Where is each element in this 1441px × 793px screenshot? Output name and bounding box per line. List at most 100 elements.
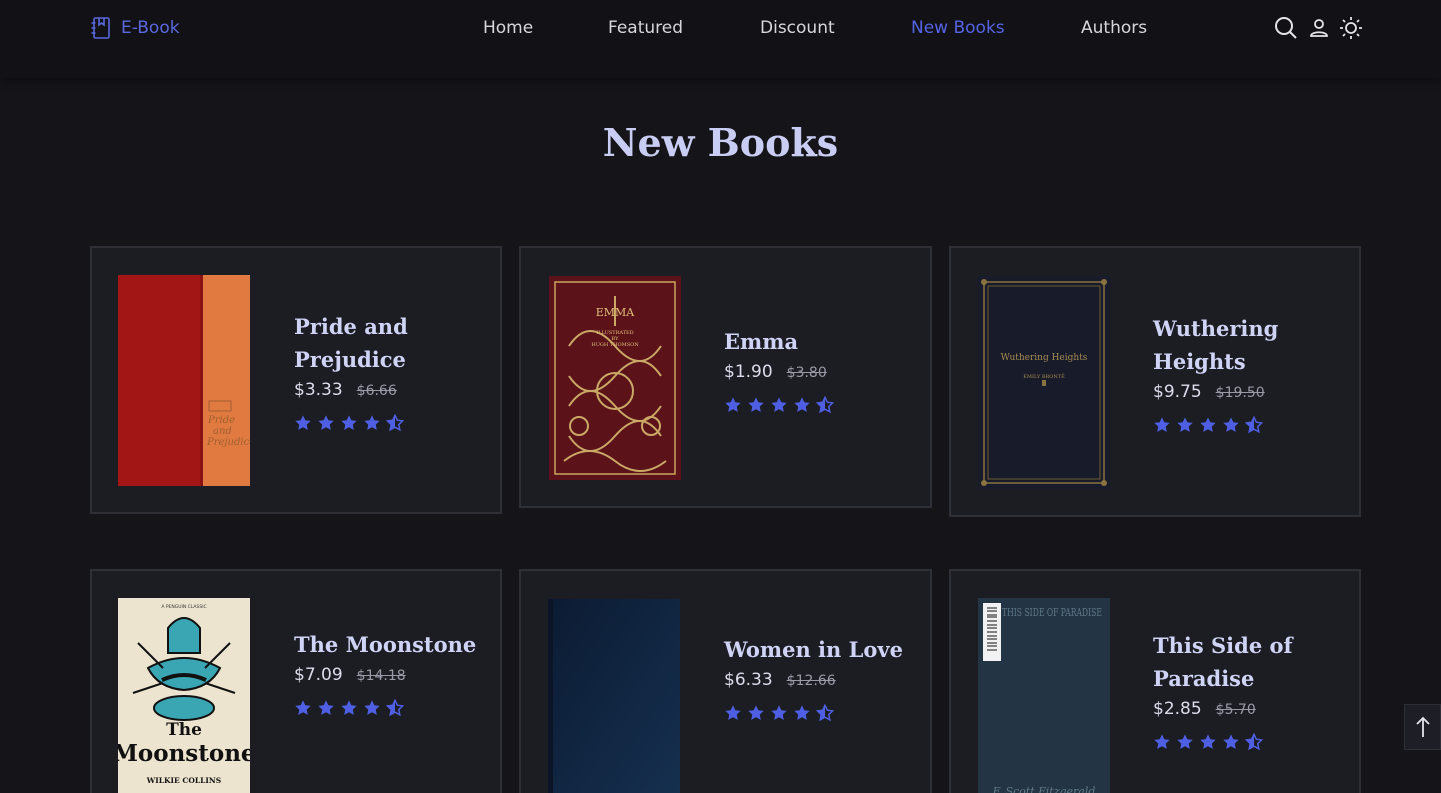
star-rating bbox=[294, 699, 484, 717]
cover-text: Prejudice bbox=[206, 437, 250, 448]
book-title[interactable]: Women in Love bbox=[724, 633, 914, 666]
section-title: New Books bbox=[602, 120, 839, 165]
star-full-icon bbox=[1153, 733, 1171, 751]
star-rating bbox=[1153, 733, 1343, 751]
scroll-top-button[interactable] bbox=[1404, 704, 1441, 750]
book-info: This Side of Paradise $2.85 $5.70 bbox=[1153, 629, 1343, 751]
star-rating bbox=[724, 704, 914, 722]
nav-home[interactable]: Home bbox=[483, 16, 533, 40]
book-old-price: $19.50 bbox=[1215, 385, 1265, 401]
book-cover: EMMA ILLUSTRATED BY HUGH THOMSON bbox=[549, 276, 681, 480]
book-card[interactable]: EMMA ILLUSTRATED BY HUGH THOMSON Emma $1… bbox=[519, 246, 932, 508]
book-cover bbox=[548, 599, 680, 793]
site-header: E-Book Home Featured Discount New Books … bbox=[0, 0, 1441, 78]
book-price: $1.90 bbox=[724, 362, 773, 382]
book-title[interactable]: This Side of Paradise bbox=[1153, 629, 1343, 695]
book-title[interactable]: The Moonstone bbox=[294, 628, 484, 661]
star-full-icon bbox=[294, 699, 312, 717]
star-full-icon bbox=[770, 396, 788, 414]
star-half-icon bbox=[816, 704, 834, 722]
book-old-price: $12.66 bbox=[786, 673, 836, 689]
book-old-price: $3.80 bbox=[786, 365, 827, 381]
logo-link[interactable]: E-Book bbox=[90, 16, 180, 40]
nav-featured[interactable]: Featured bbox=[608, 16, 683, 40]
cover-text: WILKIE COLLINS bbox=[146, 776, 221, 785]
star-full-icon bbox=[363, 414, 381, 432]
book-price: $9.75 bbox=[1153, 382, 1202, 402]
star-full-icon bbox=[1153, 416, 1171, 434]
star-full-icon bbox=[1222, 416, 1240, 434]
star-full-icon bbox=[1199, 733, 1217, 751]
star-full-icon bbox=[793, 396, 811, 414]
star-rating bbox=[294, 414, 484, 432]
book-price: $2.85 bbox=[1153, 699, 1202, 719]
star-full-icon bbox=[1222, 733, 1240, 751]
book-title[interactable]: Pride and Prejudice bbox=[294, 310, 484, 376]
cover-text: HUGH THOMSON bbox=[591, 342, 639, 348]
star-full-icon bbox=[1199, 416, 1217, 434]
book-card[interactable]: Pride and Prejudice Pride and Prejudice … bbox=[90, 246, 502, 514]
book-card[interactable]: A PENGUIN CLASSIC The Moonstone WILKIE C… bbox=[90, 569, 502, 793]
star-full-icon bbox=[317, 699, 335, 717]
book-info: Women in Love $6.33 $12.66 bbox=[724, 633, 914, 722]
book-info: Emma $1.90 $3.80 bbox=[724, 325, 914, 414]
book-icon bbox=[91, 17, 110, 39]
star-half-icon bbox=[386, 414, 404, 432]
user-icon[interactable] bbox=[1306, 15, 1332, 41]
nav-discount[interactable]: Discount bbox=[760, 16, 835, 40]
cover-text: EMILY BRONTË bbox=[1023, 373, 1065, 380]
star-full-icon bbox=[340, 699, 358, 717]
cover-text: THIS SIDE OF PARADISE bbox=[1002, 606, 1102, 619]
star-full-icon bbox=[1176, 416, 1194, 434]
book-old-price: $14.18 bbox=[356, 668, 406, 684]
book-title[interactable]: Emma bbox=[724, 325, 914, 358]
cover-text: and bbox=[213, 426, 232, 437]
book-card[interactable]: Women in Love $6.33 $12.66 bbox=[519, 569, 932, 793]
star-full-icon bbox=[724, 704, 742, 722]
book-info: The Moonstone $7.09 $14.18 bbox=[294, 628, 484, 717]
star-half-icon bbox=[386, 699, 404, 717]
book-price: $3.33 bbox=[294, 380, 343, 400]
book-price: $7.09 bbox=[294, 665, 343, 685]
cover-text: The bbox=[166, 720, 202, 740]
book-price: $6.33 bbox=[724, 670, 773, 690]
book-info: Pride and Prejudice $3.33 $6.66 bbox=[294, 310, 484, 432]
cover-text: A PENGUIN CLASSIC bbox=[161, 604, 206, 610]
star-full-icon bbox=[363, 699, 381, 717]
star-full-icon bbox=[294, 414, 312, 432]
book-card[interactable]: THIS SIDE OF PARADISE F. Scott Fitzgeral… bbox=[949, 569, 1361, 793]
nav-authors[interactable]: Authors bbox=[1081, 16, 1147, 40]
book-cover: Pride and Prejudice bbox=[118, 275, 250, 486]
cover-text: F. Scott Fitzgerald bbox=[992, 785, 1096, 793]
star-half-icon bbox=[1245, 733, 1263, 751]
book-info: Wuthering Heights $9.75 $19.50 bbox=[1153, 312, 1343, 434]
star-full-icon bbox=[340, 414, 358, 432]
book-title[interactable]: Wuthering Heights bbox=[1153, 312, 1343, 378]
star-full-icon bbox=[747, 704, 765, 722]
book-cover: THIS SIDE OF PARADISE F. Scott Fitzgeral… bbox=[978, 598, 1110, 793]
book-card[interactable]: Wuthering Heights EMILY BRONTË Wuthering… bbox=[949, 246, 1361, 517]
cover-text: EMMA bbox=[596, 306, 636, 319]
star-full-icon bbox=[770, 704, 788, 722]
star-full-icon bbox=[793, 704, 811, 722]
cover-text: Wuthering Heights bbox=[1001, 353, 1088, 363]
book-cover: A PENGUIN CLASSIC The Moonstone WILKIE C… bbox=[118, 598, 250, 793]
star-rating bbox=[724, 396, 914, 414]
nav-new-books[interactable]: New Books bbox=[911, 16, 1005, 40]
star-full-icon bbox=[724, 396, 742, 414]
star-full-icon bbox=[317, 414, 335, 432]
book-old-price: $6.66 bbox=[356, 383, 397, 399]
book-cover: Wuthering Heights EMILY BRONTË bbox=[978, 276, 1110, 489]
search-icon[interactable] bbox=[1273, 15, 1299, 41]
star-full-icon bbox=[747, 396, 765, 414]
star-rating bbox=[1153, 416, 1343, 434]
book-old-price: $5.70 bbox=[1215, 702, 1256, 718]
star-half-icon bbox=[816, 396, 834, 414]
cover-text: Pride bbox=[207, 415, 235, 426]
sun-icon[interactable] bbox=[1338, 15, 1364, 41]
arrow-up-icon bbox=[1415, 716, 1430, 737]
logo-text: E-Book bbox=[121, 18, 180, 38]
star-half-icon bbox=[1245, 416, 1263, 434]
cover-text: Moonstone bbox=[118, 740, 250, 767]
star-full-icon bbox=[1176, 733, 1194, 751]
